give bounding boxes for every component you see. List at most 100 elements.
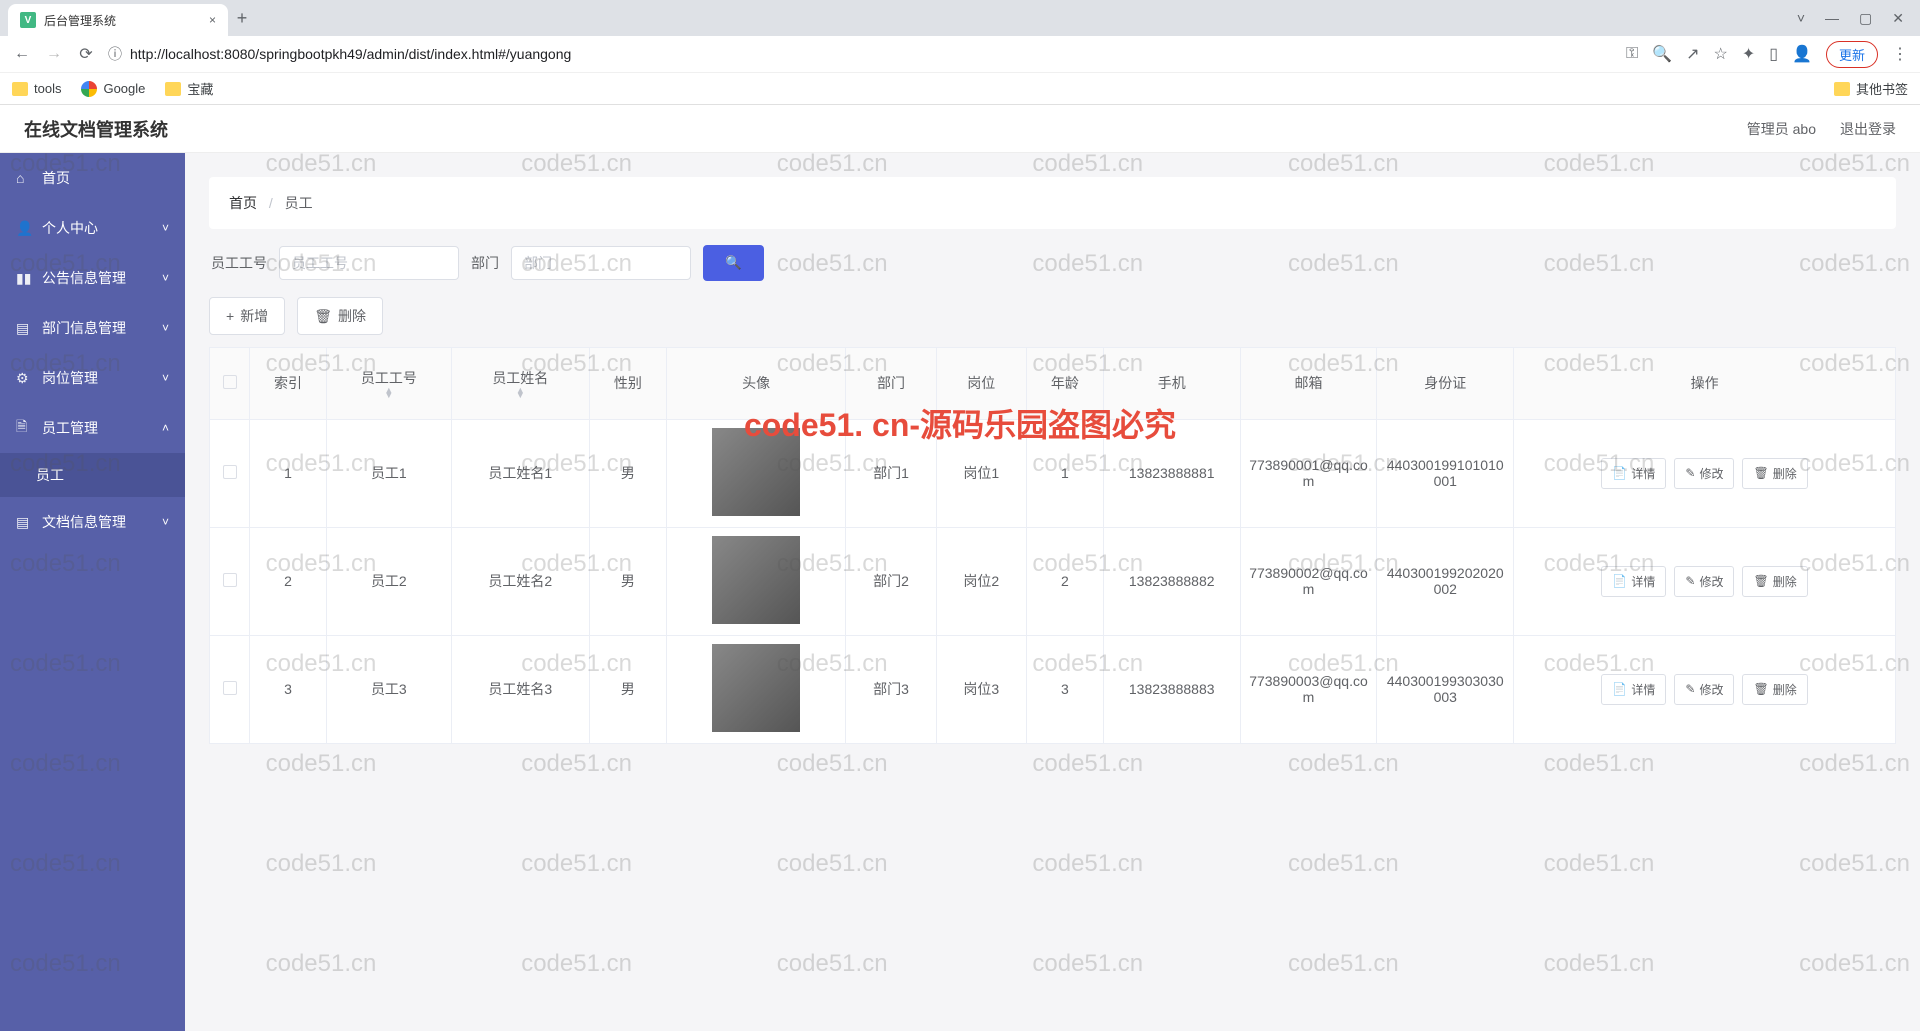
sidebar-item-employee[interactable]: 🗎员工管理˄ [0, 403, 185, 453]
new-tab-button[interactable]: + [228, 4, 256, 32]
edit-button[interactable]: ✎修改 [1674, 566, 1734, 597]
menu-icon[interactable]: ⋮ [1892, 44, 1908, 64]
window-controls: ˅ — ▢ ✕ [1797, 10, 1920, 27]
profile-icon[interactable]: 👤 [1792, 44, 1812, 64]
bookmark-tools[interactable]: tools [12, 81, 61, 96]
cell-nianling: 1 [1026, 419, 1103, 527]
update-button[interactable]: 更新 [1826, 41, 1878, 68]
sidebar-item-home[interactable]: ⌂首页 [0, 153, 185, 203]
list-icon: ▤ [16, 514, 32, 531]
edit-button[interactable]: ✎修改 [1674, 458, 1734, 489]
row-delete-button[interactable]: 🗑删除 [1742, 674, 1807, 705]
minimize-icon[interactable]: — [1825, 10, 1839, 27]
cell-email: 773890003@qq.com [1240, 635, 1377, 743]
row-checkbox[interactable] [223, 465, 237, 479]
row-delete-button[interactable]: 🗑删除 [1742, 566, 1807, 597]
detail-button[interactable]: 📄详情 [1601, 566, 1666, 597]
detail-button[interactable]: 📄详情 [1601, 674, 1666, 705]
logout-link[interactable]: 退出登录 [1840, 119, 1896, 139]
edit-icon: ✎ [1685, 574, 1695, 588]
col-avatar[interactable]: 头像 [666, 348, 846, 420]
col-shenfenzheng[interactable]: 身份证 [1377, 348, 1514, 420]
row-checkbox[interactable] [223, 573, 237, 587]
app-title: 在线文档管理系统 [24, 116, 168, 142]
cell-shouji: 13823888881 [1103, 419, 1240, 527]
search-button[interactable]: 🔍 [703, 245, 764, 281]
breadcrumb-home[interactable]: 首页 [229, 195, 257, 211]
extension-icon[interactable]: ✦ [1742, 44, 1755, 64]
sidebar-item-department[interactable]: ▤部门信息管理˅ [0, 303, 185, 353]
sidebar-subitem-employee[interactable]: 员工 [0, 453, 185, 497]
col-index[interactable]: 索引 [250, 348, 327, 420]
gonghao-input[interactable] [279, 246, 459, 280]
google-icon [81, 81, 97, 97]
col-xingming[interactable]: 员工姓名▲▼ [451, 348, 589, 420]
sidebar-item-notice[interactable]: ▮▮公告信息管理˅ [0, 253, 185, 303]
forward-button[interactable]: → [44, 45, 64, 63]
delete-button[interactable]: 🗑删除 [297, 297, 383, 335]
detail-icon: 📄 [1612, 466, 1627, 480]
close-window-icon[interactable]: ✕ [1892, 10, 1904, 27]
detail-button[interactable]: 📄详情 [1601, 458, 1666, 489]
folder-icon [1834, 82, 1850, 96]
dropdown-icon[interactable]: ˅ [1797, 10, 1805, 27]
key-icon[interactable]: ⚿ [1626, 45, 1638, 63]
bumen-input[interactable] [511, 246, 691, 280]
back-button[interactable]: ← [12, 45, 32, 63]
col-bumen[interactable]: 部门 [846, 348, 936, 420]
maximize-icon[interactable]: ▢ [1859, 10, 1872, 27]
cell-bumen: 部门2 [846, 527, 936, 635]
reload-button[interactable]: ⟳ [76, 44, 96, 64]
cell-shenfenzheng: 440300199202020002 [1377, 527, 1514, 635]
sort-down-icon: ▼ [335, 393, 443, 398]
search-icon: 🔍 [725, 255, 742, 270]
cell-index: 3 [250, 635, 327, 743]
cell-shouji: 13823888883 [1103, 635, 1240, 743]
row-checkbox[interactable] [223, 681, 237, 695]
col-gonghao[interactable]: 员工工号▲▼ [326, 348, 451, 420]
add-button[interactable]: +新增 [209, 297, 285, 335]
main-layout: ⌂首页 👤个人中心˅ ▮▮公告信息管理˅ ▤部门信息管理˅ ⚙岗位管理˅ 🗎员工… [0, 153, 1920, 1031]
header-right: 管理员 abo 退出登录 [1747, 119, 1896, 139]
col-gangwei[interactable]: 岗位 [936, 348, 1026, 420]
cell-index: 1 [250, 419, 327, 527]
sidebar-item-position[interactable]: ⚙岗位管理˅ [0, 353, 185, 403]
cell-action: 📄详情 ✎修改 🗑删除 [1514, 527, 1896, 635]
bookmark-baozang[interactable]: 宝藏 [165, 79, 213, 98]
cell-email: 773890001@qq.com [1240, 419, 1377, 527]
col-shouji[interactable]: 手机 [1103, 348, 1240, 420]
col-nianling[interactable]: 年龄 [1026, 348, 1103, 420]
cell-action: 📄详情 ✎修改 🗑删除 [1514, 635, 1896, 743]
bumen-label: 部门 [471, 253, 499, 273]
chevron-down-icon: ˅ [162, 515, 169, 529]
cell-bumen: 部门3 [846, 635, 936, 743]
col-checkbox [210, 348, 250, 420]
share-icon[interactable]: ↗ [1686, 44, 1699, 64]
trash-icon: 🗑 [314, 308, 332, 325]
edit-button[interactable]: ✎修改 [1674, 674, 1734, 705]
sort-down-icon: ▼ [460, 393, 581, 398]
col-xingbie[interactable]: 性别 [589, 348, 666, 420]
star-icon[interactable]: ☆ [1714, 44, 1728, 64]
edit-icon: ✎ [1685, 466, 1695, 480]
col-email[interactable]: 邮箱 [1240, 348, 1377, 420]
reader-icon[interactable]: ▯ [1769, 44, 1778, 64]
cell-shenfenzheng: 440300199101010001 [1377, 419, 1514, 527]
admin-link[interactable]: 管理员 abo [1747, 119, 1816, 139]
chevron-down-icon: ˅ [162, 221, 169, 235]
sidebar-item-document[interactable]: ▤文档信息管理˅ [0, 497, 185, 547]
row-delete-button[interactable]: 🗑删除 [1742, 458, 1807, 489]
cell-shenfenzheng: 440300199303030003 [1377, 635, 1514, 743]
bookmark-google[interactable]: Google [81, 81, 145, 97]
browser-tab[interactable]: V 后台管理系统 × [8, 4, 228, 36]
close-icon[interactable]: × [209, 13, 216, 27]
trash-icon: 🗑 [1753, 574, 1768, 588]
plus-icon: + [226, 308, 234, 324]
checkbox-all[interactable] [223, 375, 237, 389]
sidebar: ⌂首页 👤个人中心˅ ▮▮公告信息管理˅ ▤部门信息管理˅ ⚙岗位管理˅ 🗎员工… [0, 153, 185, 1031]
url-bar[interactable]: ⓘ http://localhost:8080/springbootpkh49/… [108, 44, 1614, 64]
bookmark-other[interactable]: 其他书签 [1834, 79, 1908, 98]
zoom-icon[interactable]: 🔍 [1652, 44, 1672, 64]
sidebar-item-profile[interactable]: 👤个人中心˅ [0, 203, 185, 253]
doc-icon: 🗎 [16, 416, 32, 440]
